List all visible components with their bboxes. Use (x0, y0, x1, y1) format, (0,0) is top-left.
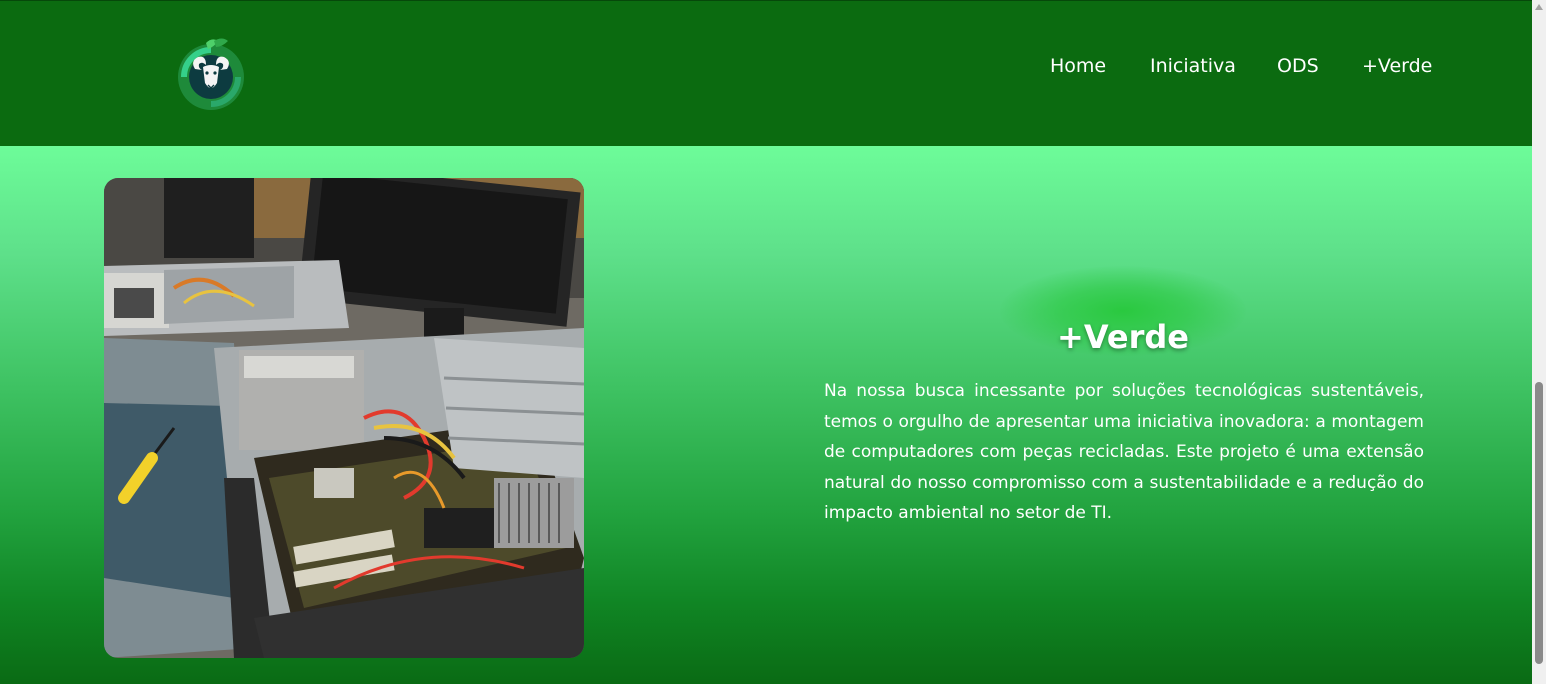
nav-home-link[interactable]: Home (1050, 51, 1106, 81)
navbar: Home Iniciativa ODS +Verde (0, 0, 1532, 146)
section-title-glow: +Verde (1000, 266, 1246, 356)
nav-ods-link[interactable]: ODS (1277, 51, 1319, 81)
verde-section: +Verde Na nossa busca incessante por sol… (0, 146, 1532, 684)
nav-iniciativa-link[interactable]: Iniciativa (1150, 51, 1236, 81)
section-description: Na nossa busca incessante por soluções t… (824, 381, 1424, 523)
section-title: +Verde (1057, 317, 1189, 356)
nav-verde-link[interactable]: +Verde (1362, 51, 1432, 81)
page: Home Iniciativa ODS +Verde +Verde Na nos… (0, 0, 1546, 684)
computer-repair-photo (104, 178, 584, 658)
scroll-up-arrow-icon[interactable] (1535, 4, 1543, 10)
vertical-scrollbar[interactable] (1532, 0, 1546, 684)
scrollbar-thumb[interactable] (1535, 382, 1543, 664)
ram-leaf-logo-icon[interactable] (176, 37, 246, 111)
